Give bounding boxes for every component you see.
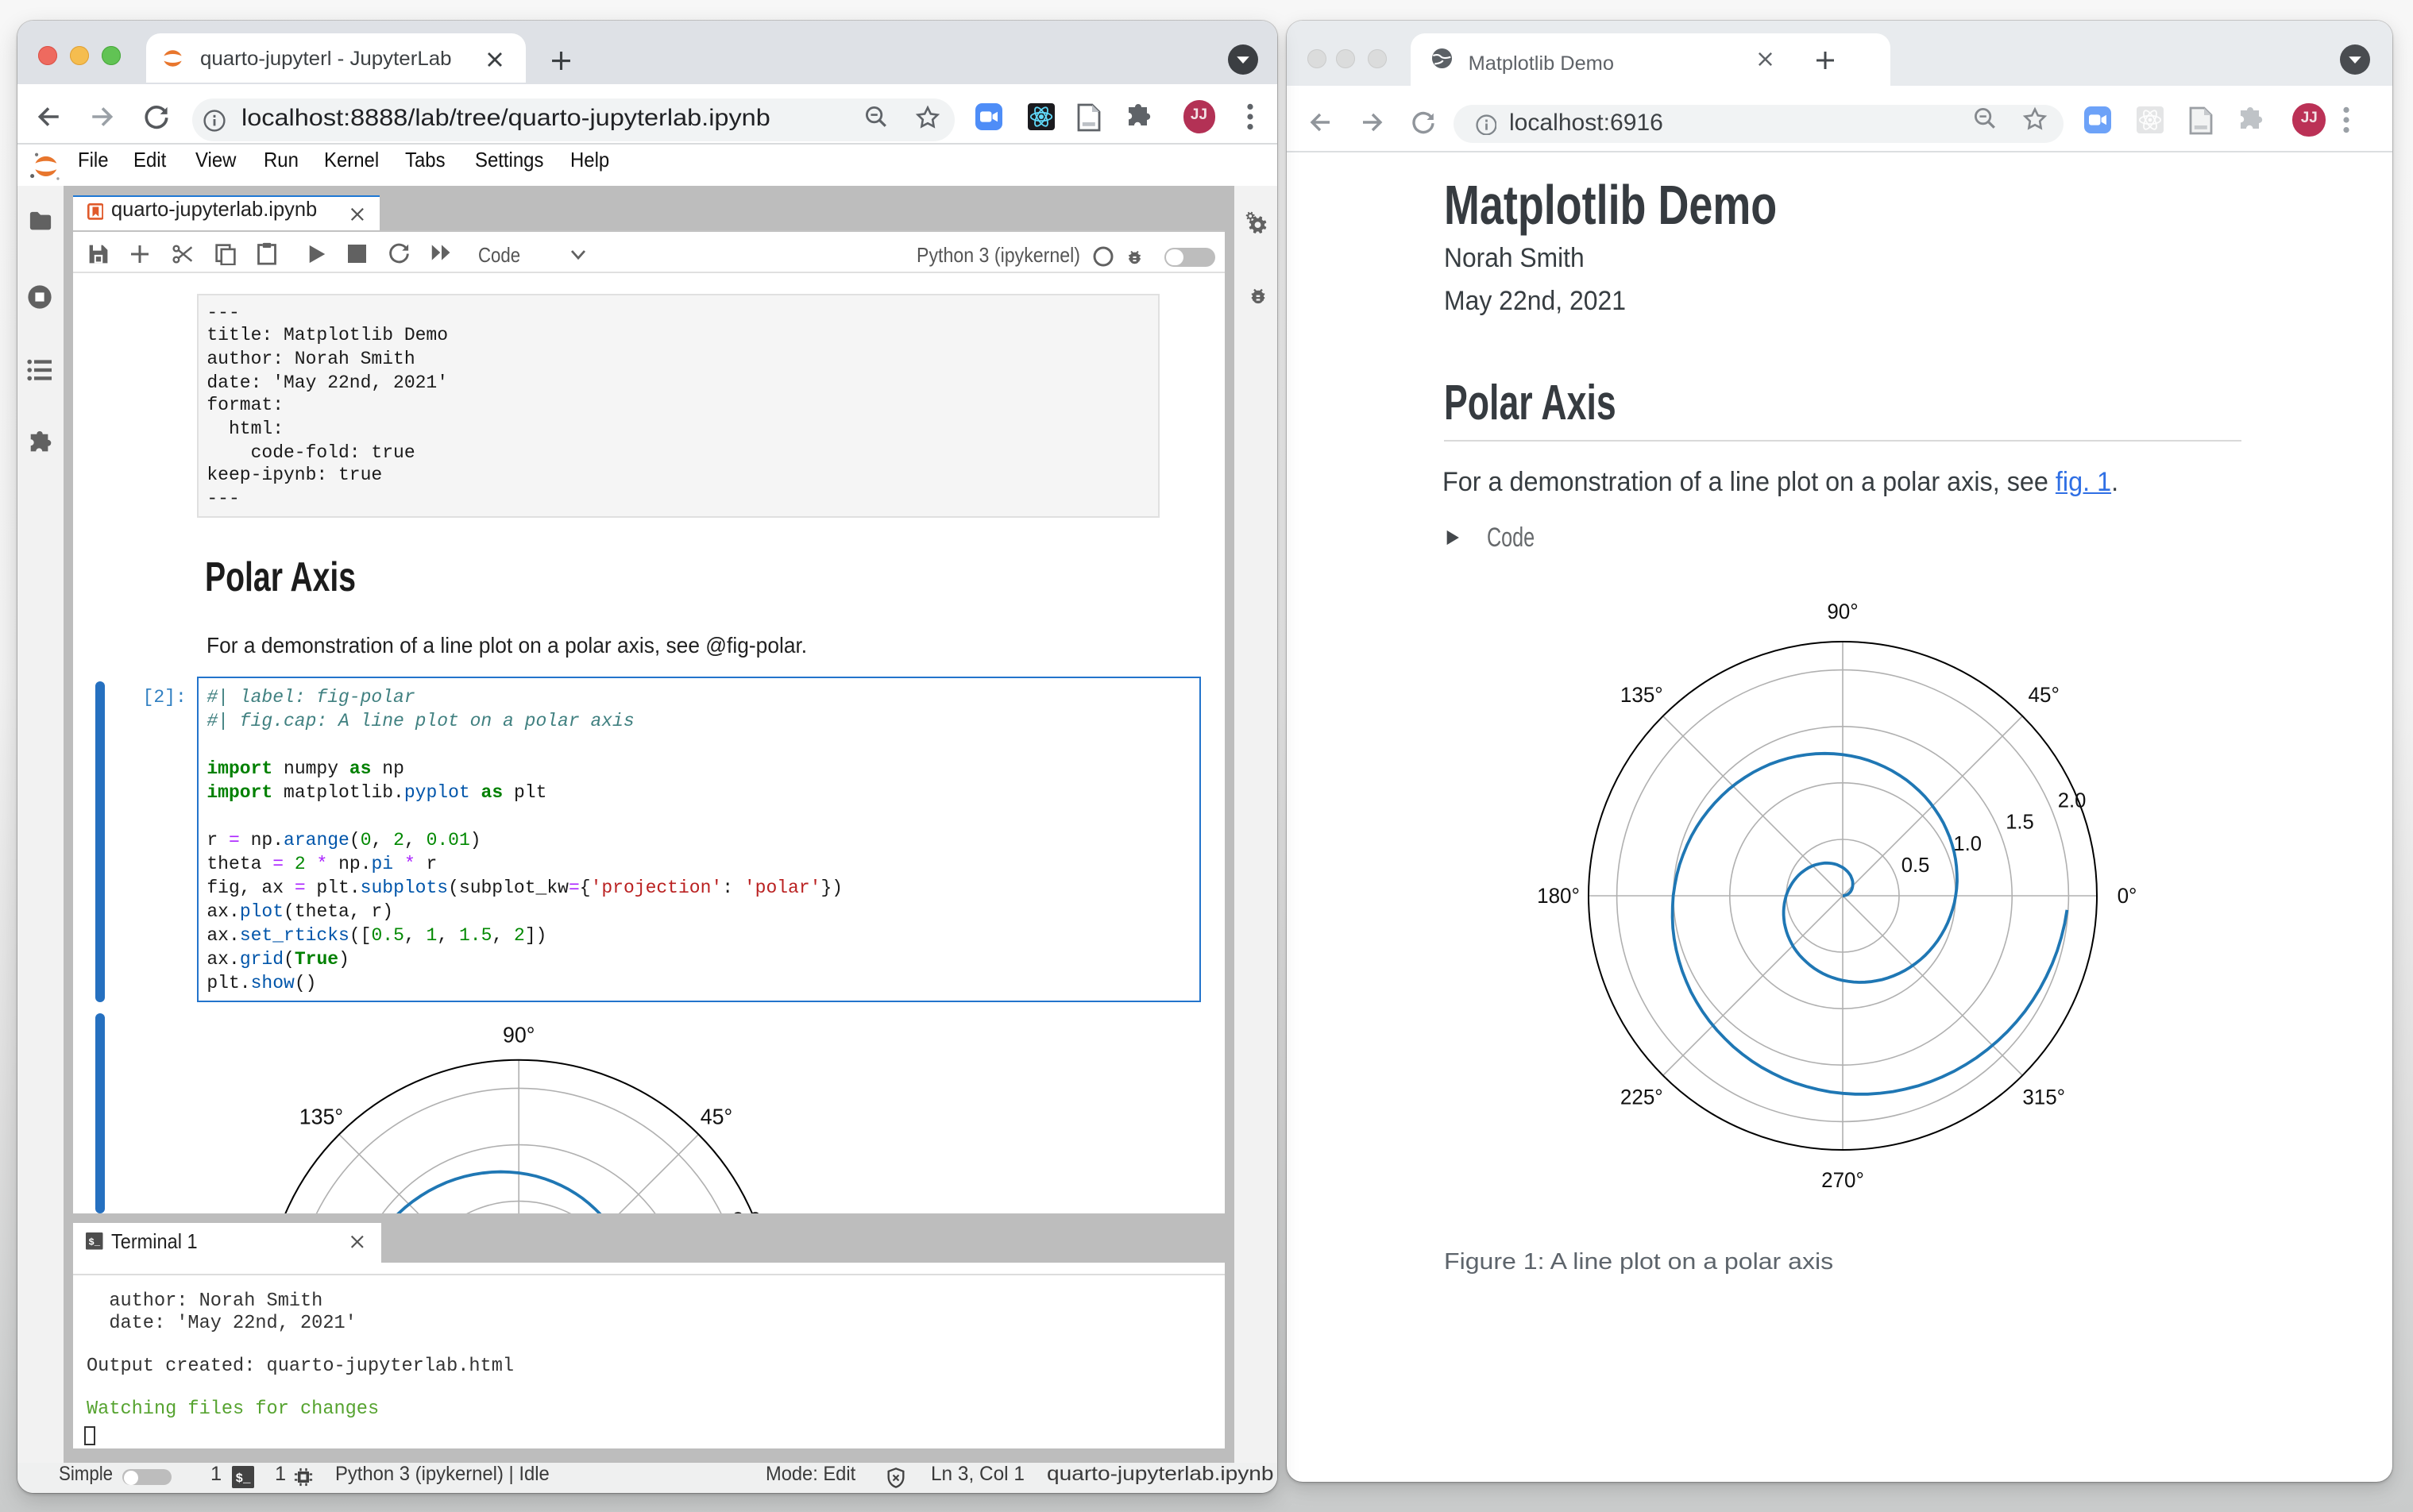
svg-text:90°: 90° <box>1827 600 1858 623</box>
svg-text:90°: 90° <box>503 1022 535 1047</box>
svg-text:0.5: 0.5 <box>1901 855 1929 878</box>
svg-text:2.0: 2.0 <box>2057 790 2086 812</box>
svg-text:225°: 225° <box>1620 1086 1662 1109</box>
svg-text:270°: 270° <box>1820 1168 1863 1192</box>
svg-text:1.5: 1.5 <box>2005 812 2033 834</box>
svg-text:45°: 45° <box>2028 683 2059 707</box>
svg-text:2.0: 2.0 <box>732 1208 762 1213</box>
svg-text:135°: 135° <box>1620 683 1662 707</box>
svg-text:45°: 45° <box>701 1104 732 1128</box>
svg-text:1.0: 1.0 <box>1953 833 1982 855</box>
svg-text:135°: 135° <box>299 1104 343 1128</box>
svg-text:315°: 315° <box>2022 1086 2065 1109</box>
svg-text:$_: $_ <box>89 1236 101 1248</box>
svg-text:180°: 180° <box>1536 884 1579 908</box>
svg-text:0°: 0° <box>2117 884 2137 908</box>
svg-text:$_: $_ <box>235 1472 251 1487</box>
